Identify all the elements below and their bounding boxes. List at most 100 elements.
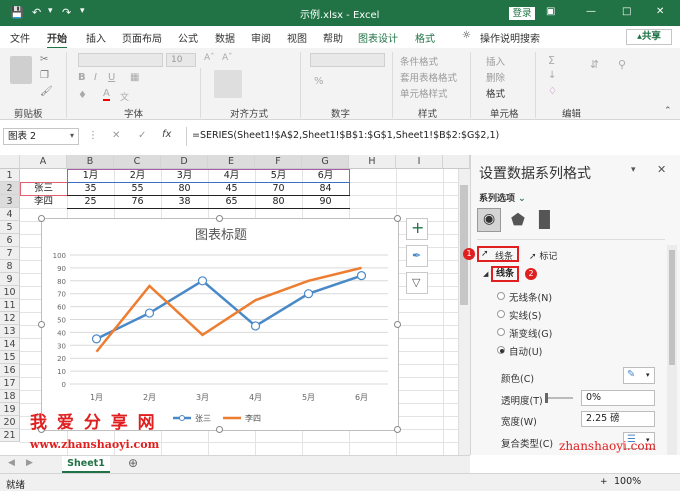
row-header[interactable]: 4 bbox=[0, 208, 20, 221]
resize-handle[interactable] bbox=[38, 320, 45, 328]
percent-icon[interactable]: % bbox=[314, 76, 324, 87]
row-header[interactable]: 9 bbox=[0, 273, 20, 286]
column-header[interactable]: C bbox=[114, 155, 161, 169]
tab-data[interactable]: 数据 bbox=[215, 30, 235, 45]
transparency-slider[interactable] bbox=[545, 397, 573, 399]
confirm-formula-icon[interactable]: ✓ bbox=[138, 130, 146, 141]
row-header[interactable]: 18 bbox=[0, 390, 20, 403]
fill-color-icon[interactable]: ♦ bbox=[78, 90, 87, 101]
transparency-slider-thumb[interactable] bbox=[545, 393, 548, 403]
row-header[interactable]: 21 bbox=[0, 429, 20, 442]
row-header[interactable]: 11 bbox=[0, 299, 20, 312]
row-header[interactable]: 3 bbox=[0, 195, 20, 208]
column-header[interactable]: A bbox=[20, 155, 67, 169]
cell[interactable]: 80 bbox=[161, 182, 208, 195]
row-header[interactable]: 8 bbox=[0, 260, 20, 273]
format-painter-icon[interactable]: 🖌 bbox=[40, 86, 53, 97]
tab-format[interactable]: 格式 bbox=[415, 30, 435, 45]
pane-options-dropdown-icon[interactable]: ▾ bbox=[631, 165, 636, 175]
tab-page-layout[interactable]: 页面布局 bbox=[122, 30, 162, 45]
clear-icon[interactable]: ♢ bbox=[548, 86, 557, 97]
row-header[interactable]: 17 bbox=[0, 377, 20, 390]
cell-styles-button[interactable]: 单元格样式 bbox=[400, 86, 448, 100]
grow-font-icon[interactable]: Aˆ bbox=[204, 53, 215, 63]
series-options-dropdown[interactable]: 系列选项 ⌄ bbox=[479, 191, 526, 204]
format-cells-button[interactable]: 格式 bbox=[486, 86, 505, 100]
row-header[interactable]: 15 bbox=[0, 351, 20, 364]
cancel-formula-icon[interactable]: ✕ bbox=[112, 130, 120, 141]
search-help[interactable]: 操作说明搜索 bbox=[480, 30, 540, 45]
number-format-box[interactable] bbox=[310, 53, 385, 67]
undo-icon[interactable]: ↶ bbox=[32, 6, 41, 19]
tab-view[interactable]: 视图 bbox=[287, 30, 307, 45]
cell[interactable]: 张三 bbox=[20, 182, 67, 195]
autosum-icon[interactable]: Σ bbox=[548, 54, 555, 67]
row-header[interactable]: 19 bbox=[0, 403, 20, 416]
chart[interactable]: 图表标题 0 10 20 30 40 50 60 70 80 90 100 1月 2月 3月 4月 5月 6月 张三… bbox=[38, 215, 401, 433]
copy-icon[interactable]: ❐ bbox=[40, 70, 49, 81]
underline-icon[interactable]: U bbox=[108, 72, 115, 83]
row-header[interactable]: 12 bbox=[0, 312, 20, 325]
chart-styles-button[interactable]: ✒ bbox=[406, 245, 428, 267]
name-box[interactable]: 图表 2 bbox=[3, 128, 79, 145]
color-picker-button[interactable]: ✎ ▾ bbox=[623, 367, 655, 384]
fill-icon[interactable]: ↓ bbox=[548, 70, 556, 81]
border-icon[interactable]: ▦ bbox=[130, 72, 139, 83]
row-header[interactable]: 5 bbox=[0, 221, 20, 234]
shrink-font-icon[interactable]: Aˇ bbox=[222, 53, 233, 63]
column-header[interactable]: D bbox=[161, 155, 208, 169]
radio-solid-line[interactable] bbox=[497, 310, 505, 318]
resize-handle[interactable] bbox=[38, 215, 45, 222]
column-header[interactable]: F bbox=[255, 155, 302, 169]
row-header[interactable]: 2 bbox=[0, 182, 20, 195]
row-header[interactable]: 6 bbox=[0, 234, 20, 247]
sheet-tab-sheet1[interactable]: Sheet1 bbox=[62, 456, 110, 473]
vertical-scroll-thumb[interactable] bbox=[460, 185, 468, 305]
radio-automatic[interactable] bbox=[497, 346, 505, 354]
font-name-box[interactable] bbox=[78, 53, 163, 67]
tab-help[interactable]: 帮助 bbox=[323, 30, 343, 45]
ribbon-display-icon[interactable]: ▣ bbox=[546, 6, 555, 17]
column-header[interactable]: I bbox=[396, 155, 443, 169]
row-header[interactable]: 10 bbox=[0, 286, 20, 299]
tab-chart-design[interactable]: 图表设计 bbox=[358, 30, 398, 45]
collapse-ribbon-icon[interactable]: ⌃ bbox=[664, 106, 672, 116]
add-sheet-icon[interactable]: ⊕ bbox=[128, 456, 138, 470]
radio-no-line[interactable] bbox=[497, 292, 505, 300]
line-tab[interactable]: ➚ 线条 bbox=[477, 246, 519, 262]
column-header[interactable]: B bbox=[67, 155, 114, 169]
resize-handle[interactable] bbox=[216, 426, 223, 433]
column-header[interactable]: G bbox=[302, 155, 349, 169]
row-header[interactable]: 7 bbox=[0, 247, 20, 260]
close-window-icon[interactable]: ✕ bbox=[656, 6, 664, 17]
insert-function-icon[interactable]: fx bbox=[162, 129, 171, 140]
row-header[interactable]: 14 bbox=[0, 338, 20, 351]
pane-close-icon[interactable]: ✕ bbox=[657, 163, 666, 176]
radio-gradient-line[interactable] bbox=[497, 328, 505, 336]
cell[interactable]: 35 bbox=[67, 182, 114, 195]
line-section-header[interactable]: 线条 bbox=[491, 266, 519, 282]
tab-formulas[interactable]: 公式 bbox=[178, 30, 198, 45]
save-icon[interactable]: 💾 bbox=[10, 6, 24, 19]
collapse-triangle-icon[interactable]: ◢ bbox=[483, 270, 488, 278]
delete-cells-button[interactable]: 删除 bbox=[486, 70, 505, 84]
column-header[interactable]: E bbox=[208, 155, 255, 169]
resize-handle[interactable] bbox=[394, 426, 401, 433]
font-size-box[interactable]: 10 bbox=[166, 53, 196, 67]
find-select-icon[interactable]: ⚲ bbox=[618, 58, 626, 71]
marker-tab[interactable]: ➚ 标记 bbox=[529, 249, 557, 262]
row-header[interactable]: 20 bbox=[0, 416, 20, 429]
italic-icon[interactable]: I bbox=[94, 72, 97, 83]
tab-file[interactable]: 文件 bbox=[10, 30, 30, 45]
conditional-format-button[interactable]: 条件格式 bbox=[400, 54, 438, 68]
redo-icon[interactable]: ↷ bbox=[62, 6, 71, 19]
name-box-dropdown-icon[interactable]: ▾ bbox=[70, 131, 74, 140]
formula-input[interactable]: =SERIES(Sheet1!$A$2,Sheet1!$B$1:$G$1,She… bbox=[192, 130, 499, 141]
cut-icon[interactable]: ✂ bbox=[40, 54, 48, 65]
paste-icon[interactable] bbox=[10, 56, 32, 84]
zoom-level[interactable]: 100% bbox=[614, 476, 641, 487]
fill-line-tab[interactable]: ◉ bbox=[477, 208, 501, 232]
cell[interactable]: 70 bbox=[255, 182, 302, 195]
tab-insert[interactable]: 插入 bbox=[86, 30, 106, 45]
zoom-in-icon[interactable]: + bbox=[600, 477, 608, 487]
